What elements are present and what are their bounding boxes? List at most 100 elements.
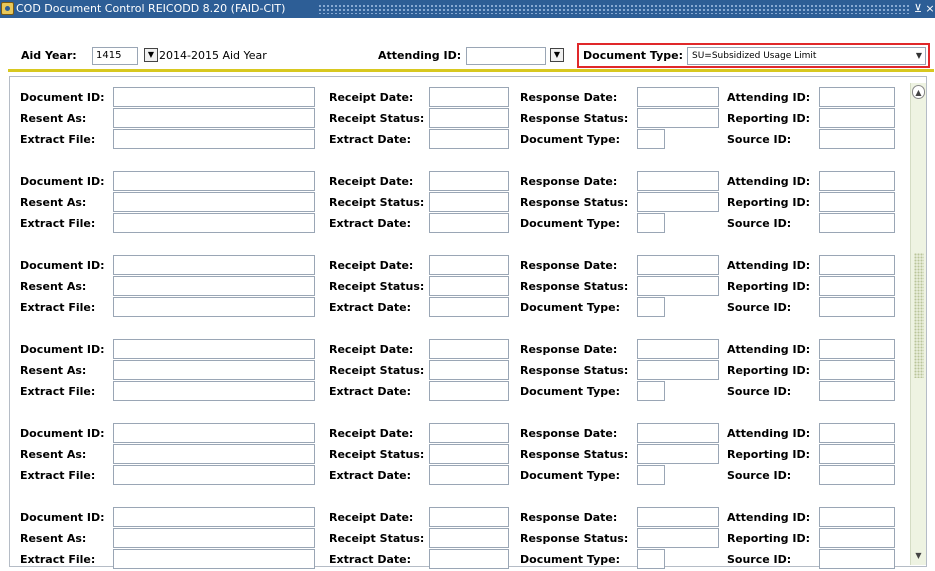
resent-as-input[interactable]	[113, 108, 315, 128]
scroll-up-icon[interactable]: ▲	[912, 85, 925, 99]
attending-id-input[interactable]	[819, 171, 895, 191]
receipt-status-input[interactable]	[429, 360, 509, 380]
reporting-id-input[interactable]	[819, 528, 895, 548]
document-type-select[interactable]: SU=Subsidized Usage Limit ▼	[687, 47, 926, 65]
response-status-label: Response Status:	[520, 280, 629, 293]
response-status-input[interactable]	[637, 360, 719, 380]
extract-file-input[interactable]	[113, 381, 315, 401]
attending-id-input[interactable]	[819, 507, 895, 527]
document-type-label: Document Type:	[520, 217, 620, 230]
extract-file-input[interactable]	[113, 213, 315, 233]
extract-date-input[interactable]	[429, 213, 509, 233]
aid-year-description: 2014-2015 Aid Year	[159, 49, 267, 62]
scroll-thumb[interactable]	[914, 253, 924, 378]
source-id-input[interactable]	[819, 297, 895, 317]
receipt-status-input[interactable]	[429, 192, 509, 212]
title-bar-pattern	[318, 4, 909, 14]
document-type-input[interactable]	[637, 297, 665, 317]
attending-id-dropdown-icon[interactable]: ▼	[550, 48, 564, 62]
receipt-date-input[interactable]	[429, 87, 509, 107]
receipt-date-input[interactable]	[429, 255, 509, 275]
attending-id-input[interactable]	[819, 255, 895, 275]
response-date-input[interactable]	[637, 87, 719, 107]
reporting-id-input[interactable]	[819, 360, 895, 380]
document-type-input[interactable]	[637, 213, 665, 233]
scroll-down-icon[interactable]: ▼	[912, 549, 925, 563]
document-type-input[interactable]	[637, 549, 665, 569]
attending-id-input[interactable]	[819, 87, 895, 107]
resent-as-input[interactable]	[113, 360, 315, 380]
receipt-date-input[interactable]	[429, 507, 509, 527]
document-type-label: Document Type:	[583, 49, 683, 62]
extract-file-input[interactable]	[113, 465, 315, 485]
source-id-input[interactable]	[819, 549, 895, 569]
document-type-input[interactable]	[637, 465, 665, 485]
attending-id-input[interactable]	[466, 47, 546, 65]
response-status-label: Response Status:	[520, 448, 629, 461]
resent-as-input[interactable]	[113, 192, 315, 212]
response-status-input[interactable]	[637, 528, 719, 548]
attending-id-label: Attending ID:	[727, 91, 811, 104]
extract-date-label: Extract Date:	[329, 469, 411, 482]
extract-date-input[interactable]	[429, 381, 509, 401]
receipt-date-input[interactable]	[429, 171, 509, 191]
reporting-id-input[interactable]	[819, 192, 895, 212]
response-date-input[interactable]	[637, 171, 719, 191]
aid-year-input[interactable]: 1415	[92, 47, 138, 65]
attending-id-input[interactable]	[819, 423, 895, 443]
resent-as-input[interactable]	[113, 276, 315, 296]
extract-date-input[interactable]	[429, 297, 509, 317]
document-id-input[interactable]	[113, 507, 315, 527]
vertical-scrollbar[interactable]: ▲ ▼	[910, 83, 926, 565]
document-id-input[interactable]	[113, 339, 315, 359]
source-id-input[interactable]	[819, 381, 895, 401]
response-date-input[interactable]	[637, 255, 719, 275]
document-id-input[interactable]	[113, 255, 315, 275]
response-date-label: Response Date:	[520, 175, 618, 188]
extract-file-input[interactable]	[113, 297, 315, 317]
receipt-status-input[interactable]	[429, 276, 509, 296]
response-date-label: Response Date:	[520, 91, 618, 104]
extract-file-label: Extract File:	[20, 217, 96, 230]
document-id-input[interactable]	[113, 87, 315, 107]
response-status-input[interactable]	[637, 192, 719, 212]
receipt-status-input[interactable]	[429, 444, 509, 464]
source-id-input[interactable]	[819, 129, 895, 149]
source-id-input[interactable]	[819, 213, 895, 233]
aid-year-dropdown-icon[interactable]: ▼	[144, 48, 158, 62]
extract-file-label: Extract File:	[20, 133, 96, 146]
receipt-date-input[interactable]	[429, 423, 509, 443]
response-status-input[interactable]	[637, 444, 719, 464]
reporting-id-input[interactable]	[819, 276, 895, 296]
source-id-input[interactable]	[819, 465, 895, 485]
receipt-status-input[interactable]	[429, 528, 509, 548]
receipt-date-input[interactable]	[429, 339, 509, 359]
extract-file-input[interactable]	[113, 129, 315, 149]
chevron-down-icon[interactable]: ▼	[916, 48, 922, 64]
receipt-status-input[interactable]	[429, 108, 509, 128]
document-id-input[interactable]	[113, 423, 315, 443]
extract-date-input[interactable]	[429, 465, 509, 485]
extract-date-input[interactable]	[429, 549, 509, 569]
response-date-input[interactable]	[637, 339, 719, 359]
extract-date-input[interactable]	[429, 129, 509, 149]
document-type-input[interactable]	[637, 129, 665, 149]
attending-id-input[interactable]	[819, 339, 895, 359]
app-icon	[1, 2, 14, 15]
response-status-input[interactable]	[637, 276, 719, 296]
resent-as-input[interactable]	[113, 444, 315, 464]
response-status-input[interactable]	[637, 108, 719, 128]
document-type-input[interactable]	[637, 381, 665, 401]
resent-as-input[interactable]	[113, 528, 315, 548]
extract-file-input[interactable]	[113, 549, 315, 569]
reporting-id-input[interactable]	[819, 108, 895, 128]
response-date-input[interactable]	[637, 507, 719, 527]
response-date-input[interactable]	[637, 423, 719, 443]
reporting-id-input[interactable]	[819, 444, 895, 464]
document-id-input[interactable]	[113, 171, 315, 191]
minimize-icon[interactable]: ⊻	[913, 1, 923, 17]
response-status-label: Response Status:	[520, 364, 629, 377]
extract-date-label: Extract Date:	[329, 385, 411, 398]
close-icon[interactable]: ×	[925, 1, 935, 17]
attending-id-label: Attending ID:	[727, 511, 811, 524]
